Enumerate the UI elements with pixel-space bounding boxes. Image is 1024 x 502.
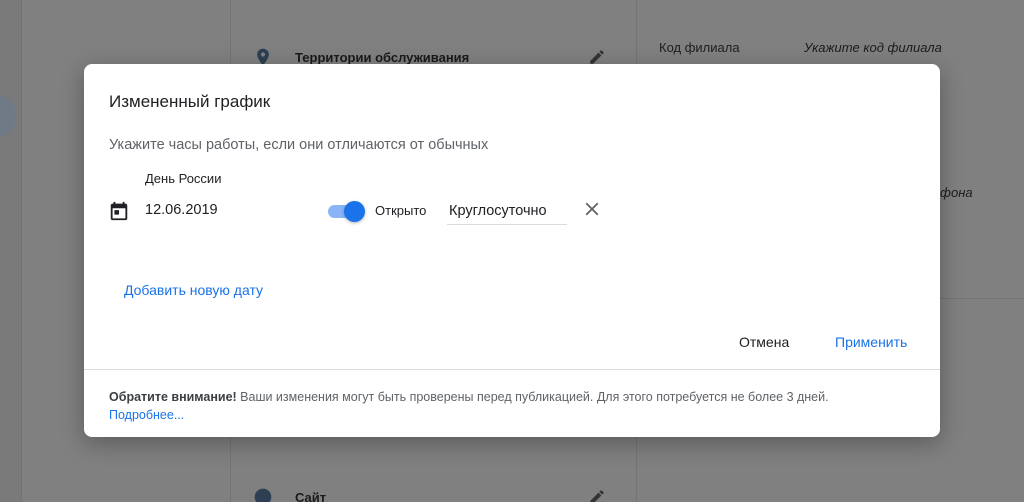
open-label: Открыто: [375, 203, 427, 218]
bg-row-label: Сайт: [295, 489, 327, 502]
pencil-icon[interactable]: [588, 488, 606, 502]
dialog-title: Измененный график: [109, 92, 271, 111]
open-toggle[interactable]: [328, 200, 366, 222]
branch-code-label: Код филиала: [659, 40, 740, 55]
left-rail: [0, 0, 22, 502]
toggle-knob: [344, 201, 365, 222]
notice-footer: Обратите внимание! Ваши изменения могут …: [84, 369, 940, 437]
globe-icon: [253, 487, 273, 502]
notice-text: Ваши изменения могут быть проверены пере…: [236, 390, 829, 404]
date-field[interactable]: 12.06.2019: [145, 202, 218, 218]
bg-row-website[interactable]: Сайт: [253, 487, 326, 502]
bg-row-label: Территории обслуживания: [295, 49, 470, 65]
branch-code-value[interactable]: Укажите код филиала: [804, 40, 942, 55]
calendar-icon[interactable]: [108, 200, 130, 222]
hours-dropdown[interactable]: Круглосуточно: [447, 197, 567, 225]
phone-label-fragment: фона: [940, 185, 973, 200]
apply-button[interactable]: Применить: [835, 334, 907, 350]
dialog-subtitle: Укажите часы работы, если они отличаются…: [109, 137, 489, 153]
special-hours-dialog: Измененный график Укажите часы работы, е…: [84, 64, 940, 437]
cancel-button[interactable]: Отмена: [739, 334, 789, 350]
add-new-date-button[interactable]: Добавить новую дату: [124, 282, 263, 298]
learn-more-link[interactable]: Подробнее...: [109, 408, 184, 422]
notice-bold: Обратите внимание!: [109, 390, 237, 404]
holiday-name: День России: [145, 171, 222, 186]
remove-date-close-icon[interactable]: [581, 198, 603, 220]
